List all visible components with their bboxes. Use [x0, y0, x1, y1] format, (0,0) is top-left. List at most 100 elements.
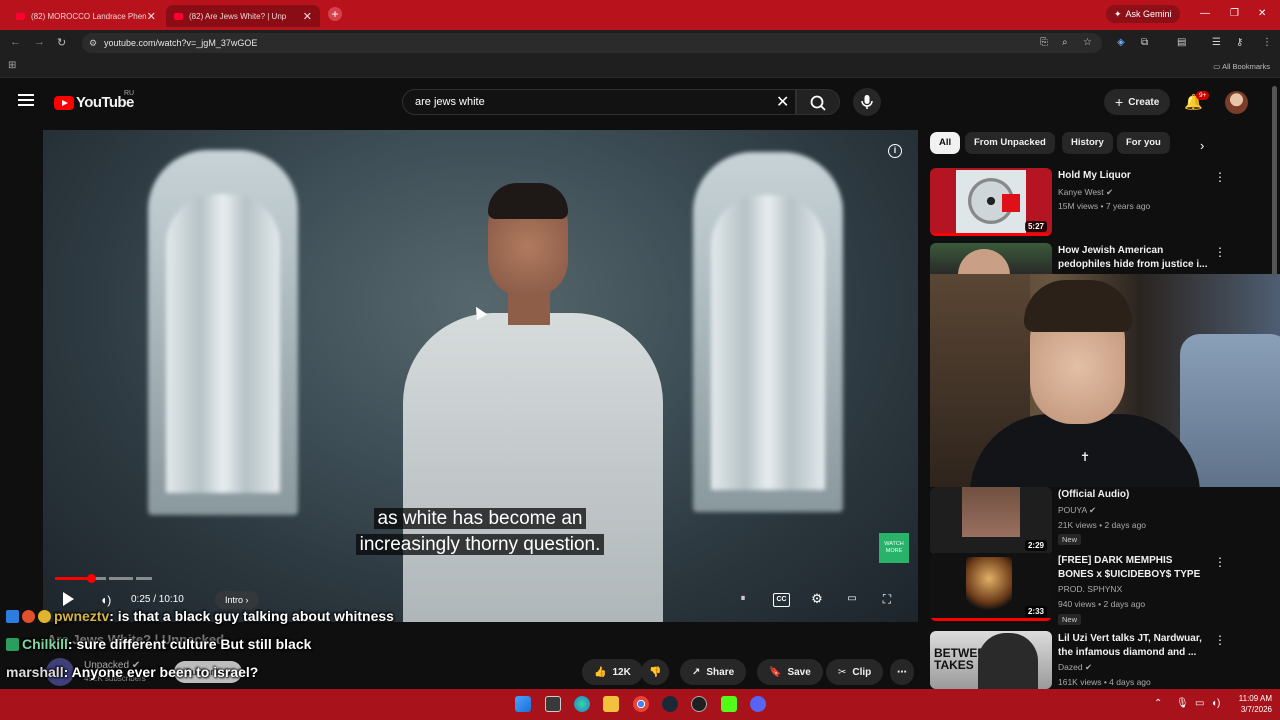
- close-tab-icon[interactable]: ✕: [147, 10, 156, 23]
- extension-icon[interactable]: ◈: [1117, 37, 1125, 48]
- progress-bar[interactable]: [55, 577, 165, 580]
- recommendation-item[interactable]: 2:33 [FREE] DARK MEMPHIS BONES x $UICIDE…: [930, 553, 1270, 625]
- watch-more-button[interactable]: WATCH MORE: [879, 533, 909, 563]
- chrome-icon[interactable]: [633, 696, 649, 712]
- all-bookmarks[interactable]: ▭ All Bookmarks: [1213, 62, 1270, 71]
- more-vert-icon[interactable]: ⋮: [1214, 245, 1226, 259]
- task-view-icon[interactable]: [545, 696, 561, 712]
- chapter-segment[interactable]: [109, 577, 133, 580]
- url-input[interactable]: ⚙ youtube.com/watch?v=_jgM_37wGOE: [82, 33, 1102, 53]
- video-thumbnail[interactable]: 2:33: [930, 553, 1052, 621]
- puzzle-icon[interactable]: ⧉: [1141, 37, 1148, 48]
- more-vert-icon[interactable]: ⋮: [1214, 633, 1226, 647]
- forward-icon[interactable]: →: [34, 36, 45, 48]
- save-button[interactable]: 🔖 Save: [757, 659, 823, 685]
- new-badge: New: [1058, 534, 1082, 545]
- close-tab-icon[interactable]: ✕: [303, 10, 312, 23]
- kick-icon[interactable]: [721, 696, 737, 712]
- chip-all[interactable]: All: [930, 132, 961, 154]
- site-info-icon[interactable]: ⚙: [89, 33, 97, 53]
- rec-channel[interactable]: Kanye West ✔: [1058, 187, 1113, 198]
- recommendation-item[interactable]: How Jewish American pedophiles hide from…: [930, 243, 1270, 274]
- recommendation-item[interactable]: 2:29 (Official Audio) POUYA ✔ 21K views …: [930, 487, 1270, 555]
- reload-icon[interactable]: ↻: [57, 36, 66, 49]
- search-input[interactable]: are jews white: [402, 89, 796, 115]
- obs-icon[interactable]: [691, 696, 707, 712]
- scrubber-handle[interactable]: [87, 574, 96, 583]
- play-icon[interactable]: [63, 592, 74, 606]
- apps-grid-icon[interactable]: ⊞: [8, 60, 16, 71]
- youtube-logo[interactable]: YouTube RU: [54, 90, 134, 111]
- more-vert-icon[interactable]: ⋮: [1214, 170, 1226, 184]
- tab-morocco[interactable]: (82) MOROCCO Landrace Phen ✕: [8, 5, 162, 27]
- zoom-icon[interactable]: ⌕: [1062, 37, 1068, 48]
- close-window-icon[interactable]: ✕: [1258, 8, 1266, 19]
- rec-meta: 161K views • 4 days ago: [1058, 677, 1151, 687]
- sidebar-scrollbar[interactable]: [1272, 86, 1277, 276]
- more-actions-button[interactable]: ⋯: [890, 659, 914, 685]
- account-avatar[interactable]: [1225, 91, 1248, 114]
- more-vert-icon[interactable]: ⋮: [1214, 555, 1226, 569]
- clock-date: 3/7/2026: [1240, 705, 1272, 714]
- volume-icon[interactable]: ◖): [100, 593, 111, 607]
- create-button[interactable]: + Create: [1104, 89, 1171, 115]
- search-button[interactable]: [796, 89, 840, 115]
- back-icon[interactable]: ←: [10, 36, 21, 48]
- new-tab-button[interactable]: +: [328, 7, 342, 21]
- dislike-button[interactable]: 👎: [641, 659, 670, 685]
- notifications-badge: 9+: [1196, 91, 1210, 100]
- theater-mode-icon[interactable]: ▭: [842, 591, 862, 607]
- menu-icon[interactable]: ☰: [1212, 37, 1221, 48]
- hamburger-menu-icon[interactable]: [18, 94, 34, 106]
- youtube-header: YouTube RU are jews white ✕ + Create 🔔 9…: [0, 78, 1280, 128]
- like-button[interactable]: 👍 12K: [582, 659, 643, 685]
- settings-gear-icon[interactable]: ⚙: [807, 591, 827, 607]
- volume-tray-icon[interactable]: ◖): [1211, 698, 1220, 709]
- minimize-icon[interactable]: —: [1200, 8, 1210, 19]
- windows-start-icon[interactable]: [515, 696, 531, 712]
- fullscreen-icon[interactable]: ⛶: [877, 591, 897, 607]
- network-icon[interactable]: ▭: [1195, 698, 1204, 709]
- chevron-right-icon[interactable]: ›: [1200, 138, 1204, 153]
- rec-channel[interactable]: Dazed ✔: [1058, 662, 1092, 673]
- star-icon[interactable]: ☆: [1083, 37, 1092, 48]
- recommendation-item[interactable]: 5:27 Hold My Liquor Kanye West ✔ 15M vie…: [930, 168, 1270, 236]
- chip-history[interactable]: History: [1062, 132, 1113, 154]
- video-thumbnail[interactable]: BETWEEN TAKES: [930, 631, 1052, 689]
- rec-channel[interactable]: POUYA ✔: [1058, 505, 1096, 516]
- gemini-icon: ✦: [1114, 8, 1122, 19]
- clear-search-icon[interactable]: ✕: [776, 92, 789, 112]
- clip-button[interactable]: ✂ Clip: [826, 659, 884, 685]
- discord-icon[interactable]: [750, 696, 766, 712]
- chapter-segment[interactable]: [136, 577, 152, 580]
- install-icon[interactable]: ⎘: [1040, 37, 1048, 48]
- video-thumbnail[interactable]: 2:29: [930, 487, 1052, 555]
- sidepanel-icon[interactable]: ▤: [1177, 37, 1186, 48]
- restore-icon[interactable]: ❐: [1230, 8, 1239, 19]
- mic-tray-icon[interactable]: 🎙: [1176, 698, 1189, 709]
- video-thumbnail[interactable]: 5:27: [930, 168, 1052, 236]
- info-icon[interactable]: i: [888, 144, 902, 158]
- steam-icon[interactable]: [662, 696, 678, 712]
- thumb-title-text: BETWEEN TAKES: [934, 646, 994, 672]
- profile-key-icon[interactable]: ⚷: [1236, 37, 1243, 48]
- more-vert-icon[interactable]: ⋮: [1262, 37, 1272, 48]
- file-explorer-icon[interactable]: [603, 696, 619, 712]
- voice-search-button[interactable]: [853, 88, 881, 116]
- ask-gemini-button[interactable]: ✦ Ask Gemini: [1106, 5, 1180, 23]
- pause-autoplay-icon[interactable]: ⏸: [733, 591, 753, 607]
- recommendation-item[interactable]: BETWEEN TAKES Lil Uzi Vert talks JT, Nar…: [930, 631, 1270, 689]
- share-button[interactable]: ↗ Share: [680, 659, 747, 685]
- captions-icon[interactable]: CC: [773, 593, 790, 607]
- system-clock[interactable]: 11:09 AM 3/7/2026: [1226, 693, 1272, 715]
- video-thumbnail[interactable]: [930, 243, 1052, 274]
- video-player[interactable]: i as white has become an increasingly th…: [43, 130, 918, 622]
- chip-from-unpacked[interactable]: From Unpacked: [965, 132, 1055, 154]
- tray-chevron-icon[interactable]: ⌃: [1154, 698, 1162, 709]
- tab-are-jews-white[interactable]: (82) Are Jews White? | Unp ✕: [166, 5, 320, 27]
- rec-channel[interactable]: PROD. SPHYNX: [1058, 584, 1122, 594]
- edge-icon[interactable]: [574, 696, 590, 712]
- chapter-button[interactable]: Intro ›: [215, 591, 259, 609]
- chip-for-you[interactable]: For you: [1117, 132, 1170, 154]
- chapter-segment[interactable]: [55, 577, 89, 580]
